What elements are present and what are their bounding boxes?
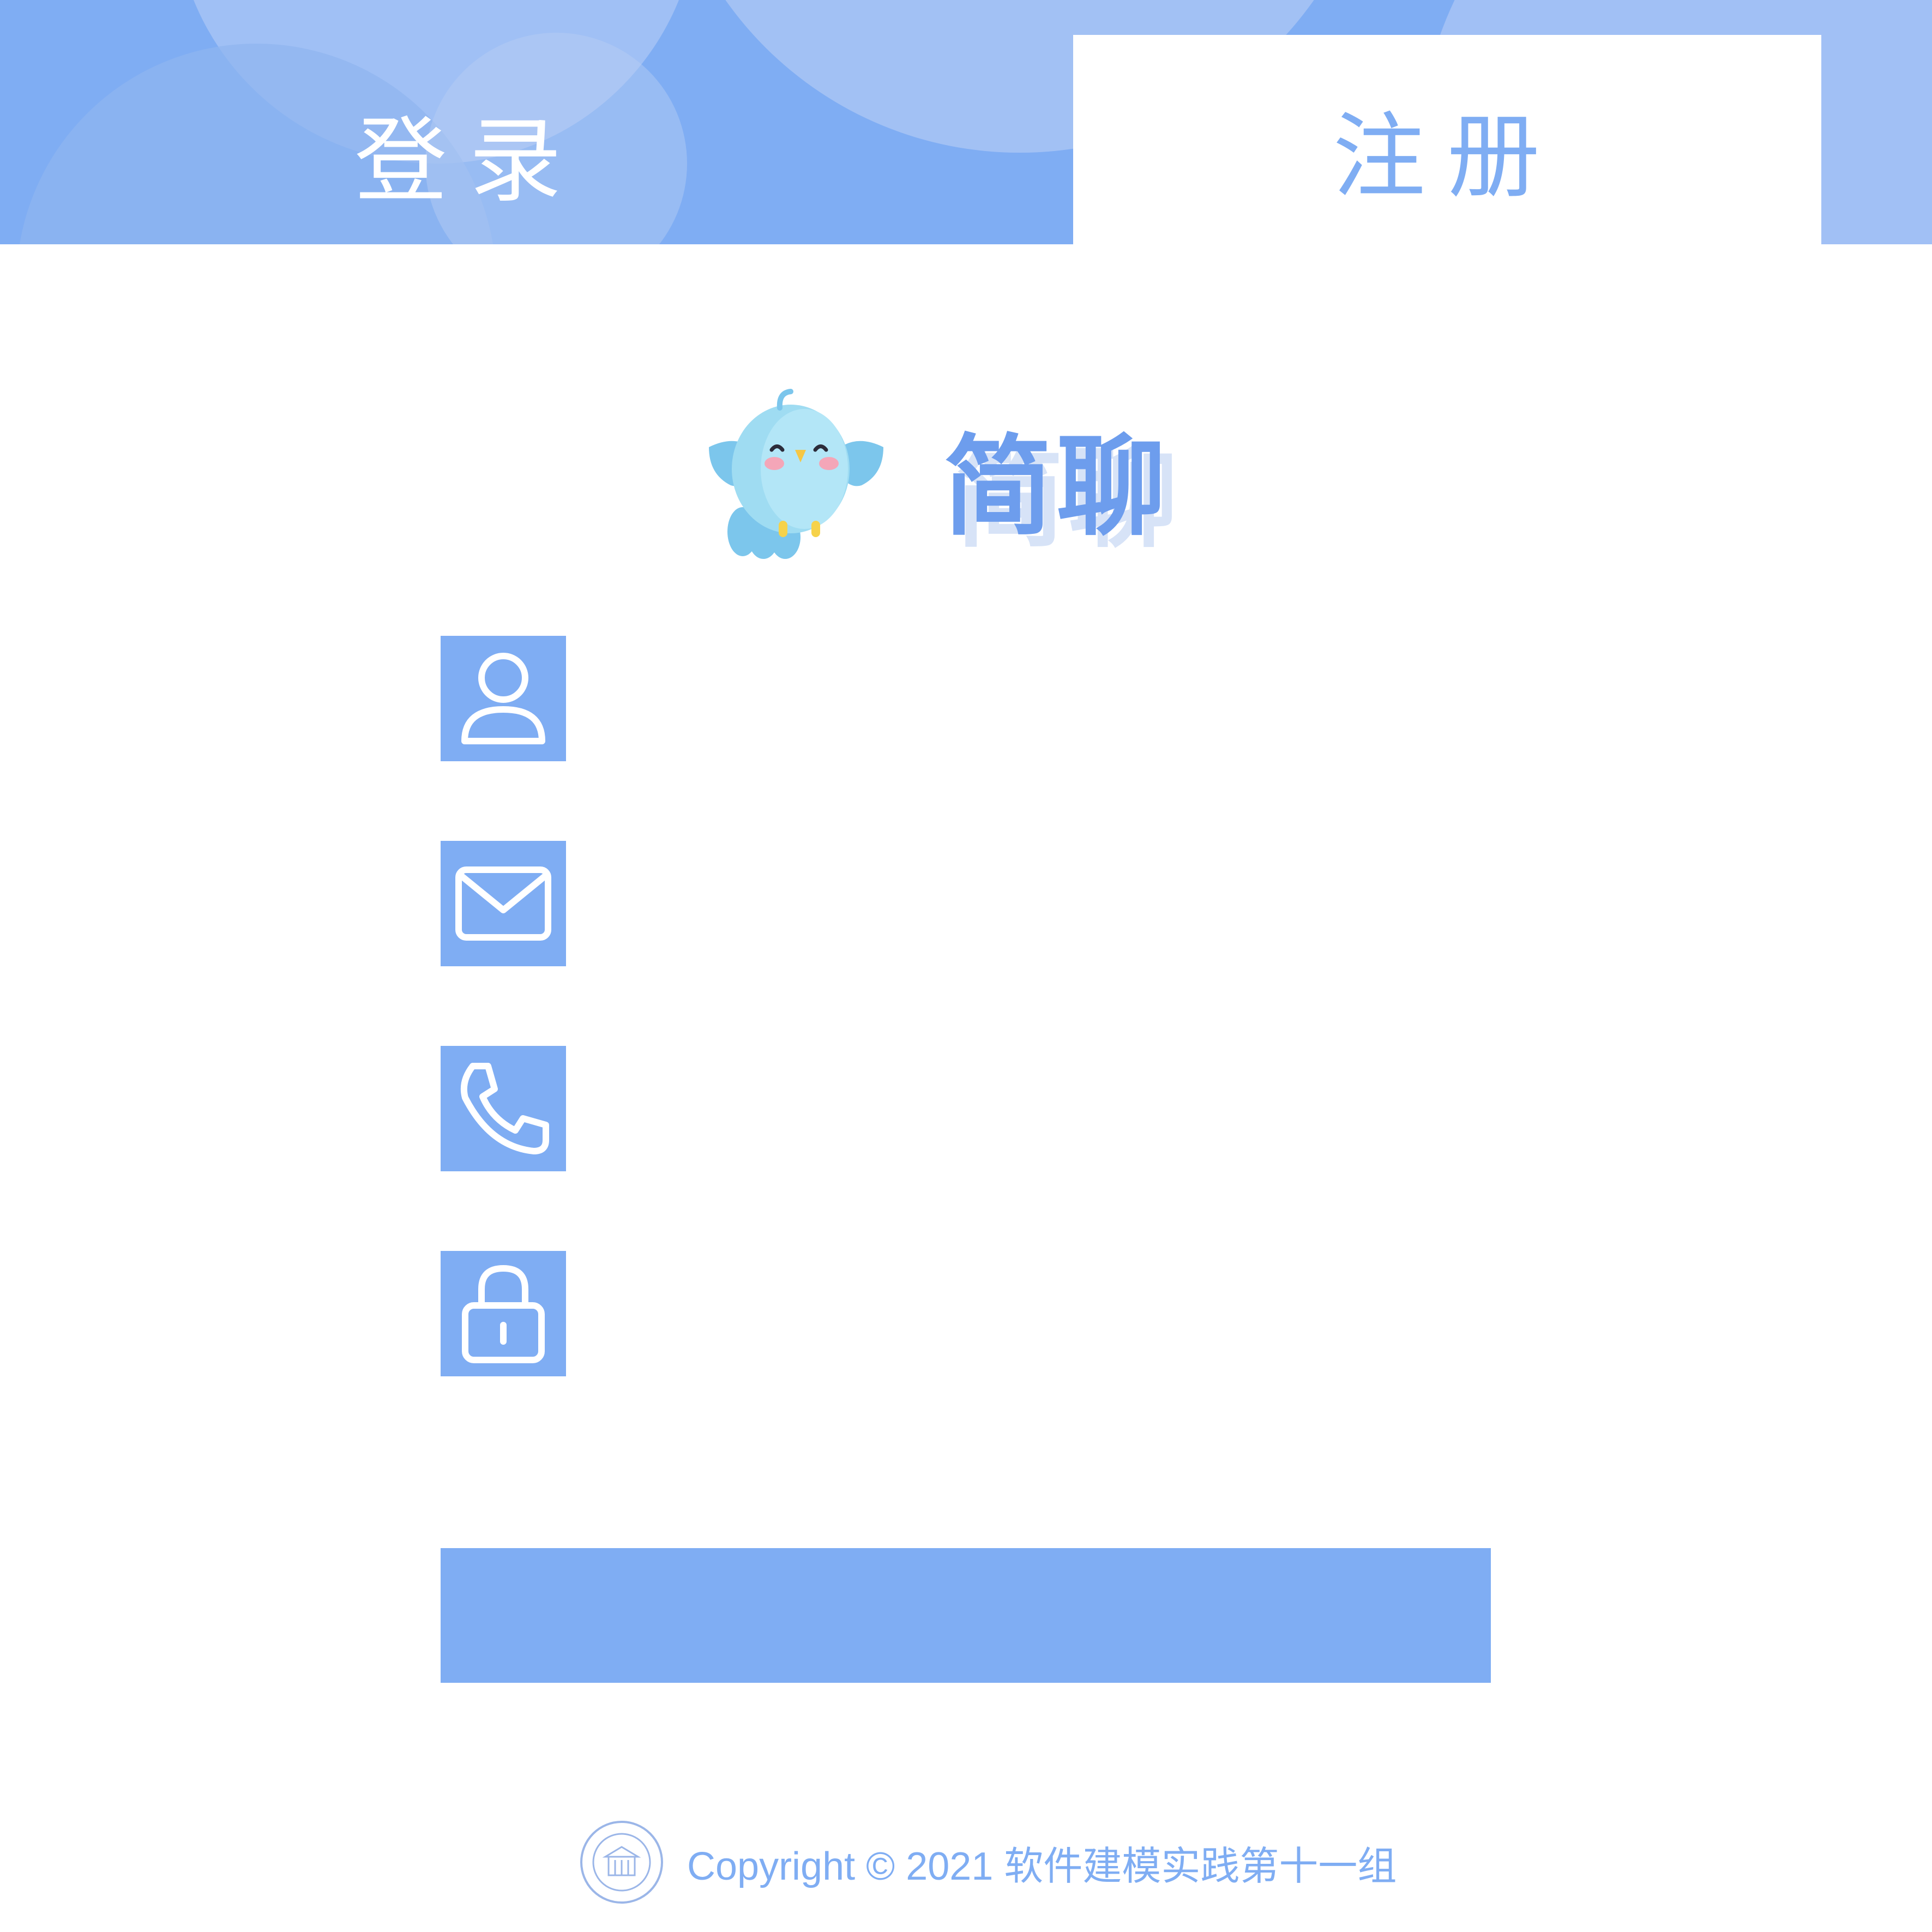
header-banner: 登录 注册 xyxy=(0,0,1932,244)
tab-login[interactable]: 登录 xyxy=(305,82,633,224)
email-input[interactable] xyxy=(588,863,1462,946)
password-field xyxy=(441,1251,1491,1376)
register-submit-button[interactable] xyxy=(441,1548,1491,1683)
password-input[interactable] xyxy=(588,1273,1462,1356)
copyright-text: Copyright © 2021 软件建模实践第十一组 xyxy=(687,1844,1397,1888)
tab-login-label: 登录 xyxy=(354,107,583,215)
brand-title: 简聊 xyxy=(943,424,1171,551)
username-icon-box xyxy=(441,636,566,761)
register-page: 登录 注册 简聊 Copyright © 2021 软件建模实践第十一组 xyxy=(0,0,1932,1932)
phone-input[interactable] xyxy=(588,1068,1462,1151)
phone-icon-box xyxy=(441,1046,566,1171)
password-icon-box xyxy=(441,1251,566,1376)
phone-icon xyxy=(460,1063,549,1154)
bird-icon xyxy=(709,389,883,559)
phone-field xyxy=(441,1046,1491,1171)
user-icon xyxy=(461,653,545,744)
university-seal-icon xyxy=(580,1821,663,1904)
lock-icon xyxy=(462,1265,545,1363)
email-icon-box xyxy=(441,841,566,966)
brand-logo: 简聊 xyxy=(698,376,1243,559)
tab-register-label: 注册 xyxy=(1332,103,1562,211)
footer: Copyright © 2021 软件建模实践第十一组 xyxy=(578,1813,1397,1911)
email-field xyxy=(441,841,1491,966)
username-input[interactable] xyxy=(588,658,1462,741)
mail-icon xyxy=(455,866,551,941)
tab-register[interactable]: 注册 xyxy=(1073,35,1821,244)
username-field xyxy=(441,636,1491,761)
